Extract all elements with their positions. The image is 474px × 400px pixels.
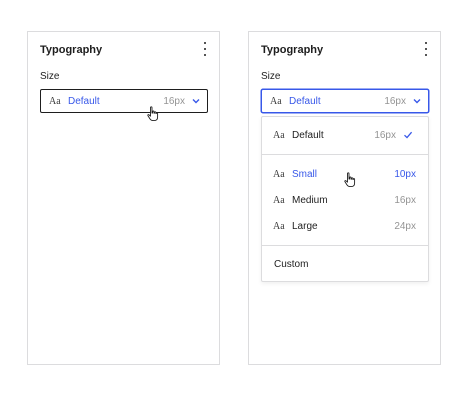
option-size: 16px xyxy=(374,129,396,141)
more-options-icon[interactable] xyxy=(201,42,209,56)
more-options-icon[interactable] xyxy=(422,42,430,56)
hand-pointer-cursor-icon xyxy=(146,106,160,127)
font-size-icon: Aa xyxy=(273,129,285,141)
size-label: Size xyxy=(261,71,281,82)
font-size-icon: Aa xyxy=(273,168,285,180)
option-default[interactable]: Aa Default 16px xyxy=(262,125,428,145)
chevron-down-icon xyxy=(191,96,201,106)
option-size: 16px xyxy=(394,194,416,206)
check-icon xyxy=(402,129,414,141)
divider xyxy=(262,245,428,246)
typography-panel-left: Typography Size Aa Default 16px xyxy=(27,31,220,365)
option-size: 24px xyxy=(394,220,416,232)
font-size-select-open[interactable]: Aa Default 16px xyxy=(261,89,429,113)
font-size-icon: Aa xyxy=(49,95,61,107)
option-large[interactable]: Aa Large 24px xyxy=(262,216,428,236)
font-size-icon: Aa xyxy=(273,220,285,232)
font-size-icon: Aa xyxy=(270,95,282,107)
typography-panel-right: Typography Size Aa Default 16px Aa Defau… xyxy=(248,31,441,365)
hand-pointer-cursor-icon xyxy=(343,172,357,193)
option-label: Medium xyxy=(292,194,328,206)
panel-title: Typography xyxy=(261,44,324,56)
option-custom[interactable]: Custom xyxy=(274,259,308,270)
panel-title: Typography xyxy=(40,44,103,56)
option-size: 10px xyxy=(394,168,416,180)
font-size-select-value: Default xyxy=(289,95,321,107)
divider xyxy=(262,154,428,155)
font-size-dropdown: Aa Default 16px Aa Small 10px Aa Medium … xyxy=(261,116,429,282)
font-size-select[interactable]: Aa Default 16px xyxy=(40,89,208,113)
font-size-select-size: 16px xyxy=(163,95,185,107)
option-medium[interactable]: Aa Medium 16px xyxy=(262,190,428,210)
option-label: Default xyxy=(292,129,324,141)
font-size-select-size: 16px xyxy=(384,95,406,107)
font-size-icon: Aa xyxy=(273,194,285,206)
font-size-select-value: Default xyxy=(68,95,100,107)
size-label: Size xyxy=(40,71,60,82)
chevron-down-icon xyxy=(412,96,422,106)
option-label: Large xyxy=(292,220,318,232)
